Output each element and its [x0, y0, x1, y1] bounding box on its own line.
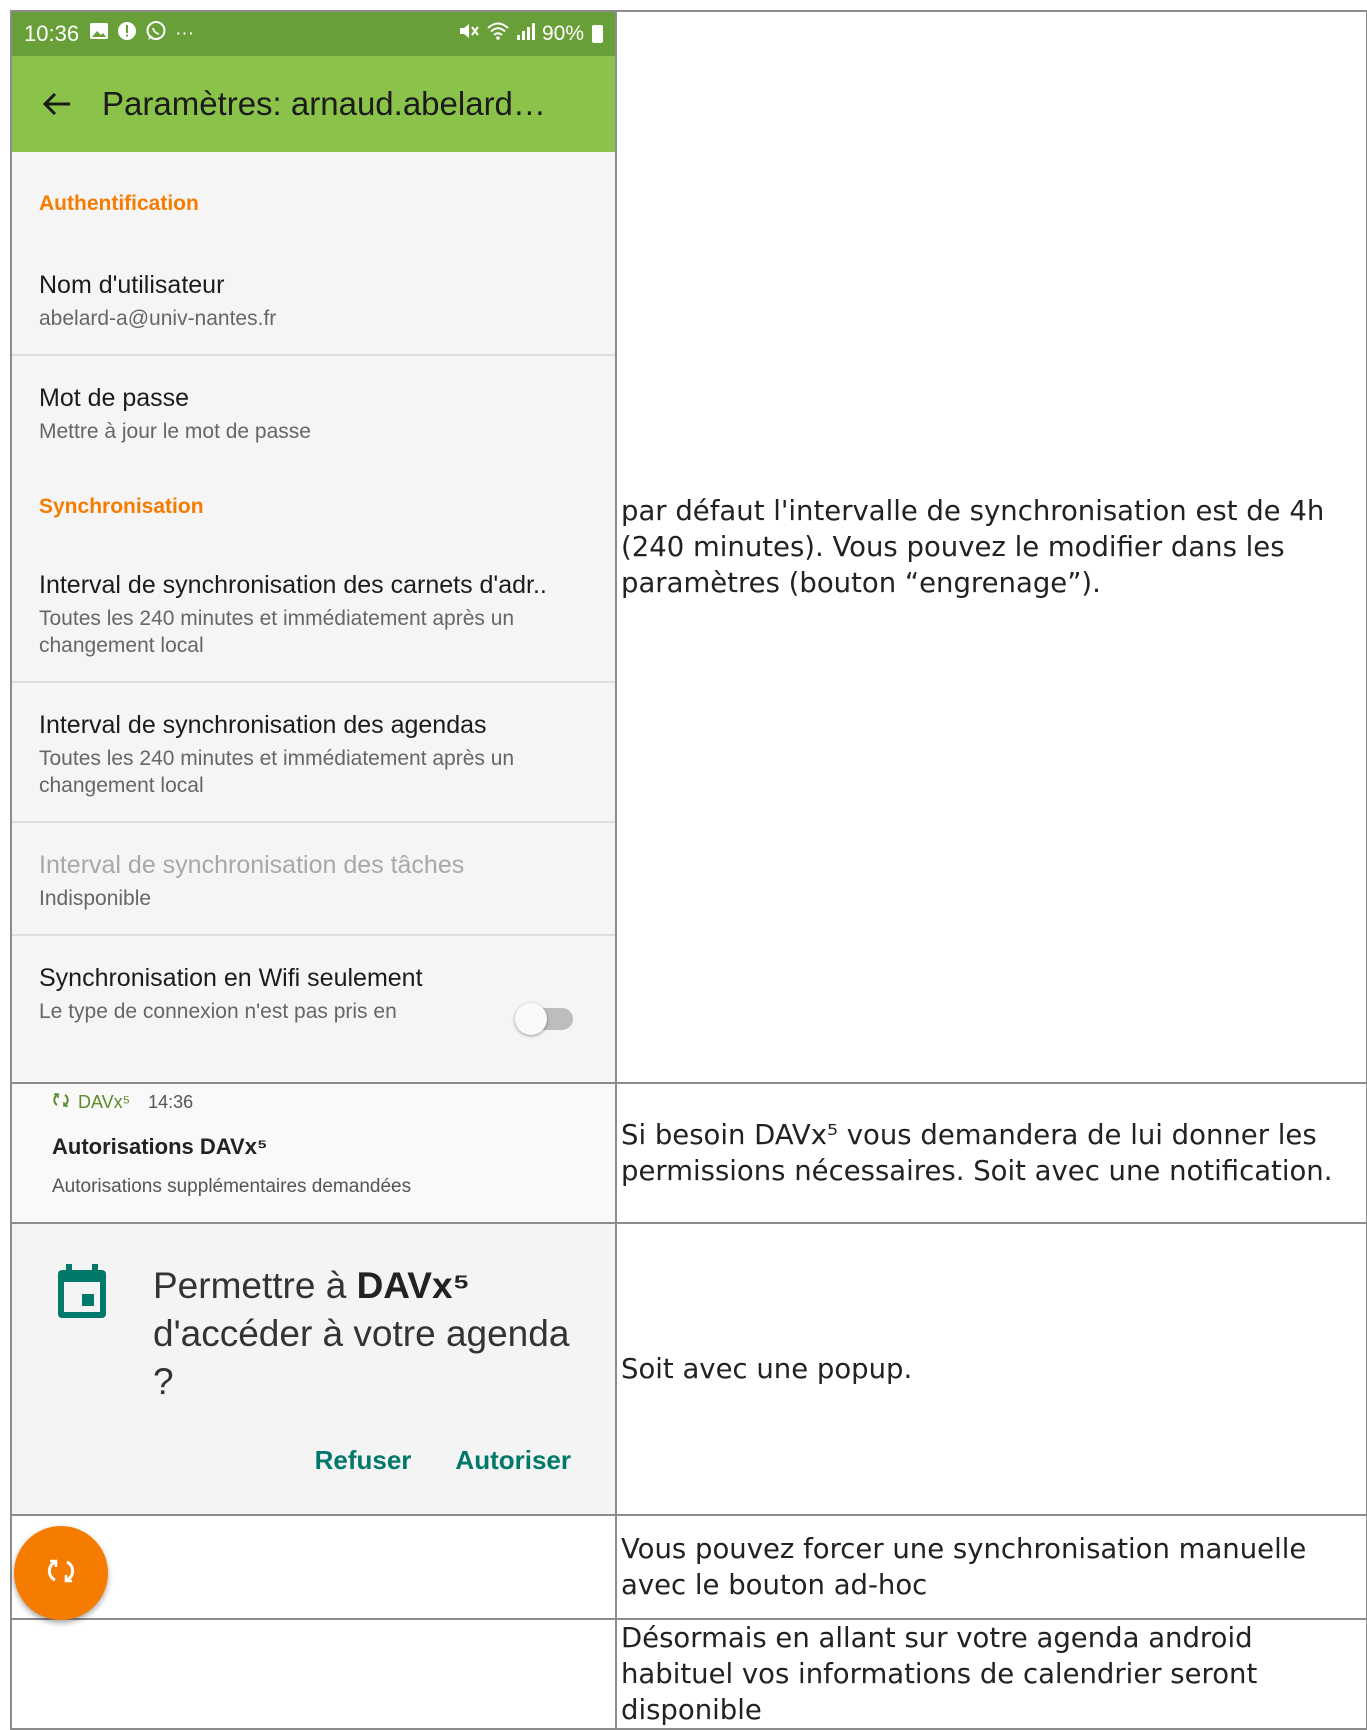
- pref-wifi-only[interactable]: Synchronisation en Wifi seulement Le typ…: [12, 964, 615, 1035]
- pref-summary: Toutes les 240 minutes et immédiatement …: [39, 747, 515, 797]
- settings-screenshot-cell: 10:36 ··· 90% Paramètres: arnaud.abelard…: [10, 10, 617, 1084]
- mute-icon: [458, 21, 480, 47]
- pref-summary: Mettre à jour le mot de passe: [39, 420, 311, 443]
- description-cell: Désormais en allant sur votre agenda and…: [615, 1618, 1367, 1730]
- pref-title: Mot de passe: [39, 384, 190, 412]
- page-title: Paramètres: arnaud.abelard…: [102, 85, 546, 122]
- table-row: DAVx⁵ 14:36 Autorisations DAVx⁵ Autorisa…: [10, 1082, 1367, 1224]
- dialog-message-prefix: Permettre à: [153, 1265, 357, 1306]
- table-row: Permettre à DAVx⁵ d'accéder à votre agen…: [10, 1222, 1367, 1516]
- sync-icon: [46, 1556, 76, 1590]
- wifi-only-toggle[interactable]: [515, 1003, 573, 1035]
- status-bar: 10:36 ··· 90%: [12, 12, 615, 56]
- section-header-sync: Synchronisation: [39, 495, 204, 518]
- gallery-icon: [89, 22, 109, 46]
- table-row: Vous pouvez forcer une synchronisation m…: [10, 1514, 1367, 1620]
- notification-title: Autorisations DAVx⁵: [52, 1134, 268, 1159]
- empty-cell: [10, 1618, 617, 1730]
- notification-time: 14:36: [148, 1092, 194, 1112]
- allow-button[interactable]: Autoriser: [455, 1445, 571, 1476]
- description-cell: Si besoin DAVx⁵ vous demandera de lui do…: [615, 1082, 1367, 1224]
- app-bar: Paramètres: arnaud.abelard…: [12, 56, 615, 152]
- table-row: Désormais en allant sur votre agenda and…: [10, 1618, 1367, 1730]
- permission-dialog: Permettre à DAVx⁵ d'accéder à votre agen…: [12, 1224, 615, 1514]
- calendar-icon: [56, 1264, 108, 1325]
- dialog-screenshot-cell: Permettre à DAVx⁵ d'accéder à votre agen…: [10, 1222, 617, 1516]
- pref-title: Synchronisation en Wifi seulement: [39, 964, 423, 992]
- settings-screen: 10:36 ··· 90% Paramètres: arnaud.abelard…: [12, 12, 615, 1082]
- sync-now-button[interactable]: [14, 1526, 108, 1620]
- pref-summary: abelard-a@univ-nantes.fr: [39, 307, 277, 330]
- documentation-table: 10:36 ··· 90% Paramètres: arnaud.abelard…: [10, 10, 1367, 1730]
- description-cell: Vous pouvez forcer une synchronisation m…: [615, 1514, 1367, 1620]
- pref-title: Interval de synchronisation des carnets …: [39, 571, 547, 599]
- pref-title: Nom d'utilisateur: [39, 271, 225, 299]
- battery-icon: [592, 25, 603, 43]
- section-header-authentication: Authentification: [39, 192, 199, 215]
- description-cell: par défaut l'intervalle de synchronisati…: [615, 10, 1367, 1084]
- pref-summary: Le type de connexion n'est pas pris en: [39, 1000, 397, 1023]
- back-arrow-icon[interactable]: [12, 91, 102, 117]
- pref-contacts-interval[interactable]: Interval de synchronisation des carnets …: [12, 571, 615, 659]
- notification-app: DAVx⁵: [78, 1092, 131, 1112]
- toggle-knob: [515, 1003, 547, 1035]
- dialog-app-name: DAVx⁵: [356, 1265, 470, 1306]
- dialog-message: Permettre à DAVx⁵ d'accéder à votre agen…: [153, 1262, 593, 1406]
- signal-icon: [516, 21, 536, 47]
- pref-username[interactable]: Nom d'utilisateur abelard-a@univ-nantes.…: [12, 271, 615, 332]
- alert-icon: [117, 21, 137, 47]
- description-cell: Soit avec une popup.: [615, 1222, 1367, 1516]
- wifi-icon: [486, 21, 510, 47]
- fab-screenshot-cell: [10, 1514, 617, 1620]
- pref-summary: Toutes les 240 minutes et immédiatement …: [39, 607, 515, 657]
- table-row: 10:36 ··· 90% Paramètres: arnaud.abelard…: [10, 10, 1367, 1084]
- pref-calendar-interval[interactable]: Interval de synchronisation des agendas …: [12, 711, 615, 799]
- battery-level: 90%: [541, 22, 584, 45]
- notification[interactable]: DAVx⁵ 14:36 Autorisations DAVx⁵ Autorisa…: [12, 1084, 615, 1222]
- pref-tasks-interval: Interval de synchronisation des tâches I…: [12, 851, 615, 912]
- pref-password[interactable]: Mot de passe Mettre à jour le mot de pas…: [12, 384, 615, 445]
- pref-title: Interval de synchronisation des agendas: [39, 711, 487, 739]
- notification-body: Autorisations supplémentaires demandées: [52, 1176, 412, 1197]
- deny-button[interactable]: Refuser: [315, 1445, 412, 1476]
- notification-screenshot-cell: DAVx⁵ 14:36 Autorisations DAVx⁵ Autorisa…: [10, 1082, 617, 1224]
- pref-title: Interval de synchronisation des tâches: [39, 851, 465, 879]
- sync-icon: [52, 1092, 70, 1113]
- status-time: 10:36: [24, 21, 80, 46]
- more-notifications: ···: [175, 23, 195, 44]
- whatsapp-icon: [145, 20, 167, 48]
- dialog-message-suffix: d'accéder à votre agenda ?: [153, 1313, 570, 1402]
- pref-summary: Indisponible: [39, 887, 152, 910]
